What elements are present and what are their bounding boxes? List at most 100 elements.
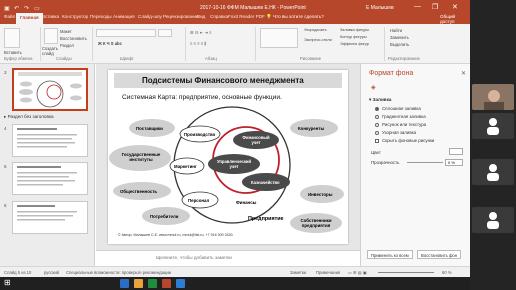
user-name[interactable]: Е Малышев: [366, 5, 394, 11]
font-name-box[interactable]: [96, 29, 156, 37]
radio-icon: [375, 130, 379, 135]
group-paragraph: Абзац: [205, 56, 217, 61]
format-background-pane: Формат фона ✕ ◈ ▾ Заливка Сплошная залив…: [360, 64, 470, 266]
slide-counter: Слайд 5 из 10: [4, 270, 32, 275]
solid-fill-radio[interactable]: Сплошная заливка: [375, 106, 421, 111]
tab-review[interactable]: Рецензирование: [163, 14, 198, 19]
align-icons[interactable]: ≡ ≡ ≡ ≡ ⫼: [190, 41, 206, 46]
view-buttons[interactable]: ▭ ⊞ ▤ ▣: [348, 270, 367, 275]
shape-fill-button[interactable]: Заливка фигуры: [340, 28, 369, 32]
label-owners: Собственники предприятия: [300, 218, 332, 228]
tab-home[interactable]: Главная: [16, 13, 43, 24]
powerpoint-taskbar-icon[interactable]: [162, 279, 171, 288]
tab-view[interactable]: Вид: [197, 14, 205, 19]
select-button[interactable]: Выделить: [390, 42, 409, 47]
paste-button[interactable]: Вставить: [4, 50, 22, 55]
color-label: Цвет: [371, 150, 381, 155]
pattern-fill-radio[interactable]: Узорная заливка: [375, 130, 416, 135]
transparency-input[interactable]: 0 %: [445, 159, 463, 166]
zoom-level[interactable]: 60 %: [442, 270, 452, 275]
chrome-icon[interactable]: [148, 279, 157, 288]
quick-styles-button[interactable]: Экспресс-стили: [304, 38, 332, 42]
language-indicator[interactable]: русский: [44, 270, 59, 275]
picture-fill-label: Рисунок или текстура: [382, 122, 427, 127]
accessibility-status[interactable]: Специальные возможности: проверьте реком…: [66, 270, 171, 275]
maximize-button[interactable]: ❐: [432, 3, 438, 11]
slide-thumbnail[interactable]: [12, 124, 88, 157]
start-icon[interactable]: ⊞: [4, 278, 11, 287]
participant-photo-icon: [472, 84, 514, 110]
slide-thumbnail-selected[interactable]: [12, 68, 88, 111]
comments-toggle[interactable]: Примечания: [316, 270, 340, 275]
paste-icon[interactable]: [4, 28, 20, 48]
layout-button[interactable]: Макет: [60, 29, 72, 34]
format-pane-title: Формат фона: [369, 70, 414, 77]
tab-animations[interactable]: Анимация: [113, 14, 135, 19]
windows-taskbar: ⊞: [0, 277, 470, 290]
color-picker-button[interactable]: [449, 148, 463, 155]
gradient-fill-radio[interactable]: Градиентная заливка: [375, 114, 426, 119]
tab-help[interactable]: Справка: [210, 14, 228, 19]
section-header[interactable]: ▸ Раздел без заголовка: [4, 114, 54, 120]
tab-insert[interactable]: Вставка: [42, 14, 59, 19]
apply-to-all-button[interactable]: Применить ко всем: [367, 250, 413, 259]
label-fin-accounting: Финансовый учет: [242, 135, 270, 145]
tell-me-search[interactable]: 💡 Что вы хотите сделать?: [266, 14, 324, 20]
minimize-button[interactable]: —: [414, 3, 421, 10]
picture-fill-radio[interactable]: Рисунок или текстура: [375, 122, 426, 127]
fill-section-header[interactable]: ▾ Заливка: [369, 97, 391, 103]
tab-slideshow[interactable]: Слайд-шоу: [138, 14, 162, 19]
participant-video-camera[interactable]: [472, 84, 514, 110]
save-icon[interactable]: ▣: [4, 5, 10, 12]
reset-background-button[interactable]: Восстановить фон: [417, 250, 462, 259]
zoom-slider[interactable]: [378, 272, 434, 273]
thumb-number: 6: [4, 203, 7, 208]
tab-transitions[interactable]: Переходы: [90, 14, 112, 19]
arrange-button[interactable]: Упорядочить: [304, 28, 327, 32]
slideshow-icon[interactable]: ▭: [34, 5, 40, 12]
solid-fill-label: Сплошная заливка: [382, 106, 421, 111]
tab-file[interactable]: Файл: [4, 14, 15, 19]
notes-toggle[interactable]: Заметки: [290, 270, 306, 275]
participant-tile[interactable]: [472, 207, 514, 233]
notes-placeholder[interactable]: Щелкните, чтобы добавить заметки: [96, 250, 360, 266]
slide[interactable]: Подсистемы Финансового менеджмента Систе…: [108, 70, 348, 244]
font-size-box[interactable]: [158, 29, 172, 37]
shapes-gallery[interactable]: [260, 28, 298, 48]
label-marketing: Маркетинг: [174, 164, 197, 169]
close-icon[interactable]: ✕: [461, 70, 466, 77]
redo-icon[interactable]: ↷: [24, 5, 29, 12]
new-slide-icon[interactable]: [44, 28, 58, 44]
video-participants-panel: [470, 0, 516, 290]
shape-outline-button[interactable]: Контур фигуры: [340, 35, 367, 39]
reset-button[interactable]: Восстановить: [60, 36, 87, 41]
participant-tile[interactable]: [472, 159, 514, 185]
bold-icon[interactable]: Ж К Ч S abc: [98, 41, 122, 46]
paint-bucket-icon[interactable]: ◈: [371, 84, 376, 91]
hide-background-checkbox[interactable]: Скрыть фоновые рисунки: [375, 138, 434, 143]
replace-button[interactable]: Заменить: [390, 35, 409, 40]
folder-icon[interactable]: [134, 279, 143, 288]
group-clipboard: Буфер обмена: [4, 56, 33, 61]
slide-thumbnail[interactable]: [12, 162, 88, 195]
list-icons[interactable]: ☰ ☷ ⇤ ⇥ ≡: [190, 30, 212, 35]
participant-tile[interactable]: [472, 113, 514, 139]
tab-design[interactable]: Конструктор: [62, 14, 88, 19]
zoom-app-icon[interactable]: [176, 279, 185, 288]
close-button[interactable]: ✕: [452, 3, 458, 11]
section-button[interactable]: Раздел: [60, 43, 74, 48]
label-competitors: Конкуренты: [298, 126, 325, 131]
find-button[interactable]: Найти: [390, 28, 402, 33]
group-slides: Слайды: [56, 56, 72, 61]
undo-icon[interactable]: ↶: [14, 5, 19, 12]
slide-thumbnail[interactable]: [12, 201, 88, 234]
thumb-number: 5: [4, 164, 7, 169]
avatar-icon: [487, 212, 499, 229]
label-enterprise: Предприятие: [248, 216, 284, 222]
new-slide-button[interactable]: Создать слайд: [42, 46, 62, 56]
explorer-icon[interactable]: [120, 279, 129, 288]
transparency-slider[interactable]: [407, 162, 443, 163]
share-button[interactable]: Общий доступ: [440, 14, 470, 24]
shape-effects-button[interactable]: Эффекты фигур: [340, 42, 369, 46]
tab-foxit[interactable]: Foxit Reader PDF: [228, 14, 265, 19]
